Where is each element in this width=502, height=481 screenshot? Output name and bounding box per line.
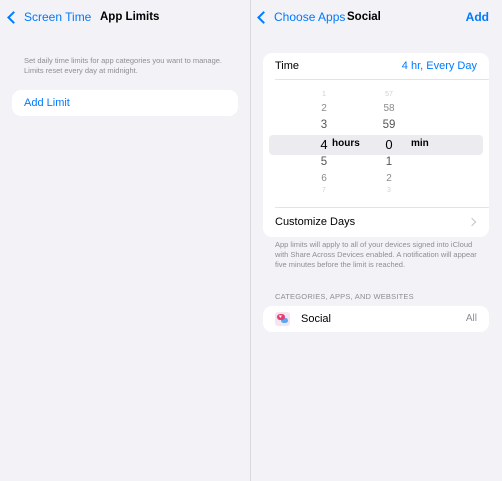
minute-option: 3 — [387, 187, 391, 194]
back-label: Choose Apps — [274, 10, 346, 24]
limit-note: App limits will apply to all of your dev… — [275, 240, 477, 269]
chevron-right-icon — [467, 217, 477, 227]
customize-days-row[interactable]: Customize Days — [275, 216, 355, 228]
add-limit-label: Add Limit — [24, 97, 70, 109]
minute-option: 2 — [386, 173, 392, 184]
add-button[interactable]: Add — [466, 10, 489, 24]
time-settings-card: Time 4 hr, Every Day 1 2 3 4 5 6 7 hours… — [263, 53, 489, 237]
add-limit-button[interactable]: Add Limit — [12, 90, 238, 116]
heart-icon: ♥ — [279, 314, 282, 320]
hours-unit: hours — [332, 138, 360, 149]
hour-option: 5 — [320, 156, 328, 168]
minute-option: 59 — [382, 119, 396, 131]
divider — [275, 79, 489, 80]
category-value: All — [465, 313, 477, 324]
back-button-screen-time[interactable]: Screen Time — [7, 10, 92, 24]
nav-bar: Choose Apps Social Add — [251, 0, 502, 34]
description-text: Set daily time limits for app categories… — [24, 56, 223, 75]
hour-option: 6 — [321, 173, 327, 184]
back-button-choose-apps[interactable]: Choose Apps — [257, 10, 346, 24]
social-limit-screen: Choose Apps Social Add Time 4 hr, Every … — [251, 0, 502, 481]
hour-option: 2 — [321, 103, 327, 114]
nav-bar: Screen Time App Limits — [0, 0, 250, 34]
back-label: Screen Time — [24, 10, 92, 24]
minute-option: 57 — [385, 91, 393, 98]
time-value[interactable]: 4 hr, Every Day — [402, 60, 477, 72]
hour-option: 7 — [322, 187, 326, 194]
page-title: App Limits — [100, 11, 160, 23]
minute-option: 1 — [385, 156, 393, 168]
category-label: Social — [301, 313, 331, 325]
divider — [275, 207, 489, 208]
hour-option: 1 — [322, 91, 326, 98]
social-category-row[interactable]: ♥ Social All — [263, 306, 489, 332]
minute-selected: 0 — [385, 137, 393, 152]
time-picker[interactable]: 1 2 3 4 5 6 7 hours 57 58 59 0 1 2 3 min — [263, 91, 489, 197]
minutes-unit: min — [411, 138, 429, 149]
hour-option: 3 — [320, 119, 328, 131]
social-category-icon: ♥ — [275, 312, 290, 326]
minute-option: 58 — [383, 103, 395, 114]
section-header: CATEGORIES, APPS, AND WEBSITES — [275, 292, 414, 301]
chevron-left-icon — [7, 10, 20, 24]
chevron-left-icon — [257, 10, 270, 24]
page-title: Social — [347, 11, 381, 23]
app-limits-screen: Screen Time App Limits Set daily time li… — [0, 0, 250, 481]
time-label: Time — [275, 60, 300, 72]
